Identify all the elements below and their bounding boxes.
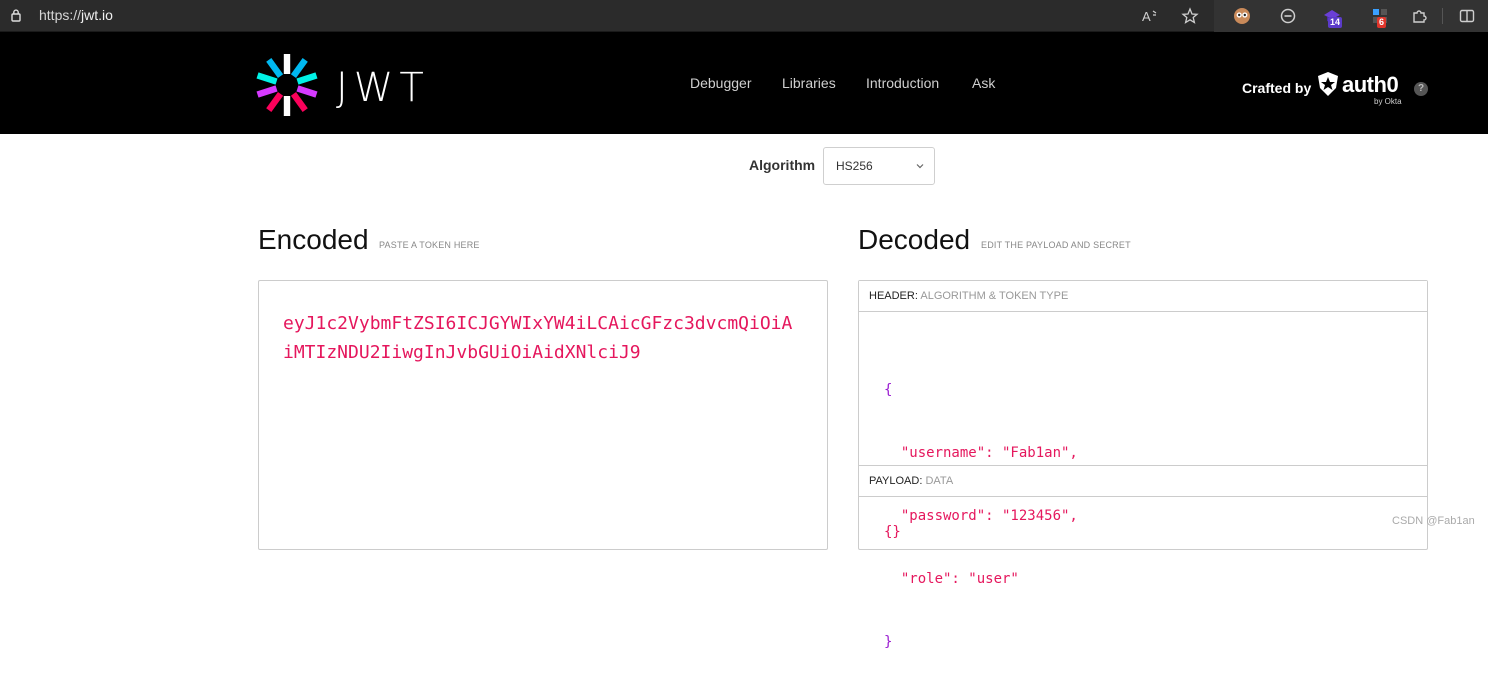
header-json-editor[interactable]: { "username": "Fab1an", "password": "123… bbox=[884, 338, 1078, 695]
json-line: } bbox=[884, 634, 893, 650]
payload-sublabel: DATA bbox=[925, 475, 954, 487]
algorithm-select[interactable]: HS256 bbox=[823, 147, 935, 185]
header-sublabel: ALGORITHM & TOKEN TYPE bbox=[920, 290, 1069, 302]
favorite-star-icon[interactable] bbox=[1180, 6, 1200, 26]
url-scheme: https:// bbox=[39, 7, 82, 23]
auth0-shield-icon[interactable] bbox=[1316, 71, 1340, 97]
header-label: HEADER: bbox=[869, 290, 918, 302]
watermark: CSDN @Fab1an bbox=[1392, 515, 1475, 527]
json-line: "username": "Fab1an", bbox=[884, 445, 1078, 461]
split-screen-icon[interactable] bbox=[1457, 6, 1477, 26]
svg-text:A: A bbox=[1142, 9, 1151, 24]
extension-owl-icon[interactable] bbox=[1232, 6, 1252, 26]
decoded-subtitle: EDIT THE PAYLOAD AND SECRET bbox=[981, 240, 1131, 250]
lock-icon[interactable] bbox=[9, 8, 23, 22]
json-line: { bbox=[884, 382, 893, 398]
nav-introduction[interactable]: Introduction bbox=[866, 75, 939, 91]
read-aloud-icon[interactable]: A bbox=[1140, 6, 1160, 26]
encoded-title: Encoded bbox=[258, 224, 369, 255]
extensions-puzzle-icon[interactable] bbox=[1409, 6, 1429, 26]
json-line: "role": "user" bbox=[884, 571, 1019, 587]
block-icon[interactable] bbox=[1278, 6, 1298, 26]
payload-label: PAYLOAD: bbox=[869, 475, 923, 487]
algorithm-label: Algorithm bbox=[749, 157, 816, 173]
json-line: "password": "123456", bbox=[884, 508, 1078, 524]
encoded-token-editor[interactable]: eyJ1c2VybmFtZSI6ICJGYWIxYW4iLCAicGFzc3dv… bbox=[258, 280, 828, 550]
decoded-title: Decoded bbox=[858, 224, 971, 255]
jwt-wordmark[interactable]: JWT bbox=[336, 65, 430, 111]
chevron-down-icon bbox=[916, 164, 924, 169]
toolbar-divider bbox=[1442, 8, 1443, 24]
nav-ask[interactable]: Ask bbox=[972, 75, 995, 91]
extension-badge-count: 14 bbox=[1328, 17, 1343, 28]
site-header: JWT Debugger Libraries Introduction Ask … bbox=[0, 32, 1488, 134]
by-okta-label: by Okta bbox=[1374, 97, 1402, 106]
header-section-title: HEADER: ALGORITHM & TOKEN TYPE bbox=[859, 281, 1427, 312]
encoded-token[interactable]: eyJ1c2VybmFtZSI6ICJGYWIxYW4iLCAicGFzc3dv… bbox=[283, 309, 803, 367]
payload-json-editor[interactable]: {} bbox=[884, 522, 901, 543]
encoded-subtitle: PASTE A TOKEN HERE bbox=[379, 240, 480, 250]
crafted-by-label: Crafted by bbox=[1242, 80, 1312, 96]
help-icon[interactable]: ? bbox=[1414, 82, 1428, 96]
extensions-area bbox=[1214, 0, 1488, 32]
address-bar[interactable]: https://jwt.io bbox=[39, 7, 113, 23]
jwt-logo-icon[interactable] bbox=[256, 54, 318, 116]
nav-libraries[interactable]: Libraries bbox=[782, 75, 836, 91]
decoded-panel: HEADER: ALGORITHM & TOKEN TYPE { "userna… bbox=[858, 280, 1428, 650]
url-host: jwt.io bbox=[81, 7, 113, 23]
nav-debugger[interactable]: Debugger bbox=[690, 75, 752, 91]
browser-toolbar: https://jwt.io A 14 6 bbox=[0, 0, 1488, 32]
auth0-logo[interactable]: auth0 bbox=[1342, 72, 1399, 98]
payload-section-title: PAYLOAD: DATA bbox=[859, 466, 1427, 497]
extension-badge-count-2: 6 bbox=[1377, 17, 1387, 28]
algorithm-value: HS256 bbox=[836, 159, 873, 173]
